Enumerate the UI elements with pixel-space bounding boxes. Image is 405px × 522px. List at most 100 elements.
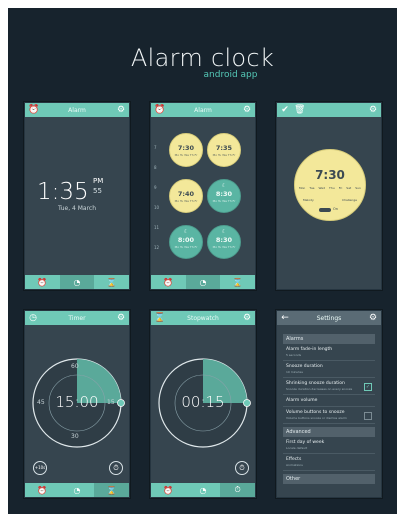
setting-label: First day of week bbox=[286, 440, 325, 445]
ruler-label: 10 bbox=[154, 205, 160, 210]
setting-sub: Animations bbox=[286, 463, 303, 467]
day-label[interactable]: Sat bbox=[346, 186, 351, 190]
tab-timer[interactable]: ⌛ bbox=[220, 275, 255, 289]
alarm-bubble[interactable]: 7:40 Mo Tu We Th Fr bbox=[169, 179, 203, 213]
day-label[interactable]: Sun bbox=[355, 186, 361, 190]
alarm-time: 7:40 bbox=[177, 190, 195, 198]
setting-label: Alarm volume bbox=[286, 398, 318, 403]
alarm-bubble[interactable]: ☾ 8:30 Mo Tu We Th Fr bbox=[207, 225, 241, 259]
day-label[interactable]: Fri bbox=[339, 186, 343, 190]
trash-icon[interactable]: 🗑 bbox=[294, 105, 305, 115]
alarm-bubble[interactable]: ☾ 8:00 Mo Tu We Th Fr bbox=[169, 225, 203, 259]
alarm-edit-bubble[interactable]: 7:30 Mon Tue Wed Thu Fri Sat Sun Melody … bbox=[294, 149, 366, 221]
current-time: 1:35 bbox=[37, 179, 89, 205]
alarm-bubble[interactable]: 7:30 Mo Tu We Th Fr bbox=[169, 133, 203, 167]
tab-alarm[interactable]: ⏰ bbox=[151, 275, 186, 289]
tab-clock[interactable]: ◔ bbox=[59, 275, 95, 289]
alarm-time: 8:30 bbox=[215, 190, 233, 198]
alarm-days: Mo Tu We Th Fr bbox=[174, 245, 198, 249]
hourglass-icon: ⌛ bbox=[232, 277, 243, 287]
settings-section-advanced: Advanced bbox=[283, 427, 375, 437]
moon-icon: ☾ bbox=[183, 229, 189, 235]
alarm-bubble[interactable]: 7:35 Mo Tu We Th Fr bbox=[207, 133, 241, 167]
check-icon[interactable]: ✔ bbox=[280, 105, 290, 115]
setting-label: Volume buttons to snooze bbox=[286, 410, 345, 415]
clock-icon: ◔ bbox=[199, 485, 207, 495]
tab-alarm[interactable]: ⏰ bbox=[25, 275, 60, 289]
stopwatch-icon[interactable]: ⏱ bbox=[235, 461, 249, 475]
gear-icon[interactable]: ⚙ bbox=[368, 313, 378, 323]
setting-sub: Snooze duration decreases on every snooz… bbox=[286, 387, 353, 391]
poster: Alarm clock android app ⏰ Alarm ⚙ 1:35 P… bbox=[8, 8, 397, 514]
alarm-time: 8:00 bbox=[177, 236, 195, 244]
settings-section-alarms: Alarms bbox=[283, 334, 375, 344]
setting-label: Shrinking snooze duration bbox=[286, 381, 345, 386]
tab-timer[interactable]: ⌛ bbox=[94, 275, 129, 289]
hourglass-icon: ⌛ bbox=[106, 277, 117, 287]
add-10s-button[interactable]: +10s bbox=[33, 461, 47, 475]
tab-alarm[interactable]: ⏰ bbox=[151, 483, 186, 497]
ruler-label: 8 bbox=[154, 165, 157, 170]
alarm-bubble[interactable]: ☾ 8:30 Mo Tu We Th Fr bbox=[207, 179, 241, 213]
dial-mark-bottom: 30 bbox=[71, 433, 79, 440]
setting-label: Effects bbox=[286, 457, 302, 462]
setting-label: Alarm fade-in length bbox=[286, 347, 333, 352]
setting-item[interactable]: Alarm fade-in length 5 seconds bbox=[283, 344, 375, 361]
alarm-days: Mo Tu We Th Fr bbox=[212, 245, 236, 249]
dial-mark-top: 60 bbox=[71, 363, 79, 370]
alarm-title: Alarm bbox=[68, 106, 86, 114]
alarm-clock-icon[interactable]: ⏰ bbox=[154, 105, 165, 115]
alarm-edit-time: 7:30 bbox=[315, 168, 345, 182]
ruler-label: 11 bbox=[154, 225, 160, 230]
tab-alarm[interactable]: ⏰ bbox=[25, 483, 60, 497]
setting-checkbox[interactable]: ✓ bbox=[364, 383, 372, 391]
poster-subtitle: android app bbox=[203, 70, 258, 80]
setting-item[interactable]: First day of week Locale default bbox=[283, 437, 375, 454]
day-label[interactable]: Thu bbox=[329, 186, 335, 190]
moon-icon: ☾ bbox=[221, 229, 227, 235]
day-label[interactable]: Mon bbox=[299, 186, 305, 190]
tab-clock[interactable]: ◔ bbox=[185, 275, 221, 289]
setting-sub: 5 seconds bbox=[286, 353, 302, 357]
alarm-screen: ⏰ Alarm ⚙ 1:35 PM 55 Tue, 4 March ⏰ ◔ ⌛ bbox=[24, 102, 130, 290]
alarm-days: Mo Tu We Th Fr bbox=[174, 153, 198, 157]
alarm-toggle[interactable] bbox=[319, 208, 331, 212]
clock-icon: ◔ bbox=[73, 485, 81, 495]
gear-icon[interactable]: ⚙ bbox=[116, 105, 126, 115]
setting-item[interactable]: Snooze duration 10 minutes bbox=[283, 361, 375, 378]
alarm-toggle-label: On bbox=[333, 207, 338, 211]
alarm-icon: ⏰ bbox=[163, 277, 174, 287]
alarm-edit-options: Melody Challenge bbox=[303, 198, 357, 202]
setting-checkbox[interactable]: ✓ bbox=[364, 412, 372, 420]
day-label[interactable]: Wed bbox=[318, 186, 325, 190]
setting-item[interactable]: Alarm volume bbox=[283, 395, 375, 407]
alarm-tabbar: ⏰ ◔ ⌛ bbox=[25, 275, 129, 289]
alarm-edit-screen: ✔ 🗑 ⚙ 7:30 Mon Tue Wed Thu Fri Sat Sun M… bbox=[276, 102, 382, 290]
melody-option[interactable]: Melody bbox=[303, 198, 314, 202]
back-icon[interactable]: ← bbox=[280, 313, 290, 323]
gear-icon[interactable]: ⚙ bbox=[368, 105, 378, 115]
alarm-time: 7:30 bbox=[177, 144, 195, 152]
setting-sub: 10 minutes bbox=[286, 370, 303, 374]
settings-topbar: ← Settings ⚙ bbox=[277, 311, 381, 325]
tab-clock[interactable]: ◔ bbox=[186, 483, 221, 497]
alarm-list-topbar: ⏰ Alarm ⚙ bbox=[151, 103, 255, 117]
tab-timer[interactable]: ⌛ bbox=[94, 483, 130, 497]
ruler-label: 12 bbox=[154, 245, 160, 250]
setting-sub: Locale default bbox=[286, 446, 308, 450]
setting-item[interactable]: Shrinking snooze duration Snooze duratio… bbox=[283, 378, 375, 395]
setting-item[interactable]: Volume buttons to snooze Volume buttons … bbox=[283, 407, 375, 424]
alarm-clock-icon[interactable]: ⏰ bbox=[28, 105, 39, 115]
setting-sub: Volume buttons snooze or dismiss alarm bbox=[286, 416, 347, 420]
clock-icon: ◔ bbox=[199, 277, 207, 287]
setting-item[interactable]: Effects Animations bbox=[283, 454, 375, 471]
stopwatch-icon[interactable]: ⏱ bbox=[109, 461, 123, 475]
clock-icon: ◔ bbox=[73, 277, 81, 287]
gear-icon[interactable]: ⚙ bbox=[242, 105, 252, 115]
moon-icon: ☾ bbox=[221, 183, 227, 189]
tab-clock[interactable]: ◔ bbox=[60, 483, 95, 497]
settings-list: Alarms Alarm fade-in length 5 seconds Sn… bbox=[283, 331, 375, 484]
challenge-option[interactable]: Challenge bbox=[342, 198, 357, 202]
tab-stopwatch[interactable]: ⏱ bbox=[220, 483, 256, 497]
day-label[interactable]: Tue bbox=[309, 186, 314, 190]
